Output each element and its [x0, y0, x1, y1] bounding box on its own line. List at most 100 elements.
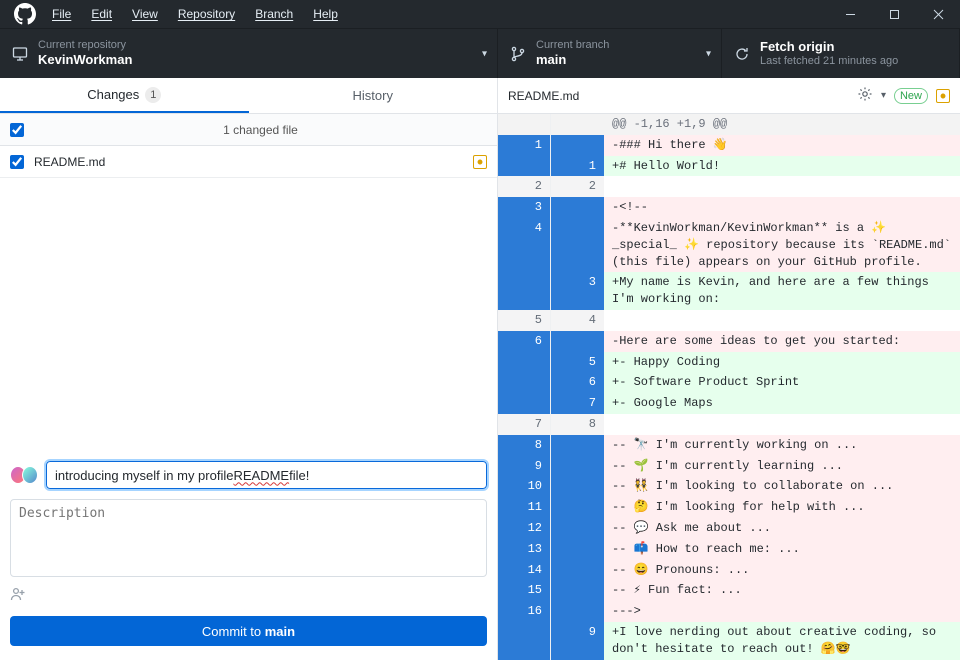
repo-selector[interactable]: Current repository KevinWorkman ▾ — [0, 29, 498, 78]
diff-line[interactable]: 6+- Software Product Sprint — [498, 372, 960, 393]
diff-line[interactable]: 12-- 💬 Ask me about ... — [498, 518, 960, 539]
tab-history[interactable]: History — [249, 78, 498, 113]
diff-line[interactable]: 6-Here are some ideas to get you started… — [498, 331, 960, 352]
gutter-new — [551, 218, 604, 272]
avatar-pair — [10, 465, 38, 485]
branch-title: Current branch — [536, 39, 609, 53]
new-badge: New — [894, 88, 928, 104]
diff-line[interactable]: 16 ---> — [498, 601, 960, 622]
gutter-old: 1 — [498, 135, 551, 156]
gutter-new — [551, 456, 604, 477]
commit-button-prefix: Commit to — [202, 624, 265, 639]
commit-description-input[interactable] — [10, 499, 487, 577]
chevron-down-icon[interactable]: ▾ — [881, 90, 886, 101]
commit-summary-input[interactable]: introducing myself in my profile README … — [46, 461, 487, 489]
gutter-old: 15 — [498, 580, 551, 601]
file-row[interactable]: README.md• — [0, 146, 497, 178]
window-minimize[interactable] — [828, 0, 872, 28]
diff-line[interactable]: 9+I love nerding out about creative codi… — [498, 622, 960, 660]
diff-line[interactable]: 10-- 👯 I'm looking to collaborate on ... — [498, 476, 960, 497]
diff-line[interactable]: @@ -1,16 +1,9 @@ — [498, 114, 960, 135]
select-all-checkbox[interactable] — [10, 123, 24, 137]
add-coauthor-button[interactable] — [10, 586, 487, 606]
gutter-new: 6 — [551, 372, 604, 393]
window-close[interactable] — [916, 0, 960, 28]
diff-line[interactable]: 7+- Google Maps — [498, 393, 960, 414]
gutter-new — [551, 114, 604, 135]
diff-code: @@ -1,16 +1,9 @@ — [604, 114, 960, 135]
branch-name: main — [536, 52, 609, 68]
diff-line[interactable]: 5+- Happy Coding — [498, 352, 960, 373]
diff-code: -- 💬 Ask me about ... — [604, 518, 960, 539]
diff-line[interactable]: 11-- 🤔 I'm looking for help with ... — [498, 497, 960, 518]
diff-line[interactable]: 9-- 🌱 I'm currently learning ... — [498, 456, 960, 477]
gutter-new — [551, 435, 604, 456]
gutter-new — [551, 497, 604, 518]
tabs: Changes 1 History — [0, 78, 497, 114]
diff-code: +- Google Maps — [604, 393, 960, 414]
gutter-new: 8 — [551, 414, 604, 435]
menu-bar: File Edit View Repository Branch Help — [0, 3, 348, 25]
gutter-old: 16 — [498, 601, 551, 622]
branch-selector[interactable]: Current branch main ▾ — [498, 29, 722, 78]
diff-line[interactable]: 22 — [498, 176, 960, 197]
repo-name: KevinWorkman — [38, 52, 132, 68]
diff-line[interactable]: 3 -<!-- — [498, 197, 960, 218]
gutter-old: 8 — [498, 435, 551, 456]
diff-code: -<!-- — [604, 197, 960, 218]
gutter-old: 14 — [498, 560, 551, 581]
diff-line[interactable]: 8-- 🔭 I'm currently working on ... — [498, 435, 960, 456]
diff-line[interactable]: 78 — [498, 414, 960, 435]
gear-icon[interactable] — [857, 86, 873, 105]
diff-code: -- ⚡ Fun fact: ... — [604, 580, 960, 601]
file-list: README.md• — [0, 146, 497, 178]
gutter-new: 2 — [551, 176, 604, 197]
gutter-new: 1 — [551, 156, 604, 177]
menu-view[interactable]: View — [122, 3, 168, 25]
diff-line[interactable]: 13-- 📫 How to reach me: ... — [498, 539, 960, 560]
github-icon — [14, 3, 36, 25]
diff-code: ---> — [604, 601, 960, 622]
git-branch-icon — [510, 46, 526, 62]
menu-repository[interactable]: Repository — [168, 3, 245, 25]
gutter-old: 4 — [498, 218, 551, 272]
diff-line[interactable]: 4-**KevinWorkman/KevinWorkman** is a ✨ _… — [498, 218, 960, 272]
gutter-old: 13 — [498, 539, 551, 560]
file-checkbox[interactable] — [10, 155, 24, 169]
window-maximize[interactable] — [872, 0, 916, 28]
diff-line[interactable]: 54 — [498, 310, 960, 331]
diff-line[interactable]: 15 -- ⚡ Fun fact: ... — [498, 580, 960, 601]
gutter-new — [551, 580, 604, 601]
chevron-down-icon: ▾ — [706, 48, 711, 59]
diff-line[interactable]: 14-- 😄 Pronouns: ... — [498, 560, 960, 581]
diff-line[interactable]: 1-### Hi there 👋 — [498, 135, 960, 156]
gutter-old — [498, 622, 551, 660]
modified-icon: • — [473, 155, 487, 169]
diff-line[interactable]: 3+My name is Kevin, and here are a few t… — [498, 272, 960, 310]
gutter-old: 6 — [498, 331, 551, 352]
menu-file[interactable]: File — [42, 3, 81, 25]
diff-code: -- 🤔 I'm looking for help with ... — [604, 497, 960, 518]
gutter-old: 3 — [498, 197, 551, 218]
desktop-icon — [12, 46, 28, 62]
diff-code: +- Happy Coding — [604, 352, 960, 373]
diff-code — [604, 176, 960, 197]
diff-code — [604, 414, 960, 435]
gutter-new — [551, 135, 604, 156]
gutter-new — [551, 331, 604, 352]
diff-code — [604, 310, 960, 331]
tab-changes[interactable]: Changes 1 — [0, 78, 249, 113]
menu-help[interactable]: Help — [303, 3, 348, 25]
toolbar: Current repository KevinWorkman ▾ Curren… — [0, 28, 960, 78]
diff-line[interactable]: 1+# Hello World! — [498, 156, 960, 177]
gutter-new — [551, 197, 604, 218]
commit-form: introducing myself in my profile README … — [0, 451, 497, 660]
fetch-button[interactable]: Fetch origin Last fetched 21 minutes ago — [722, 29, 960, 78]
gutter-new: 3 — [551, 272, 604, 310]
chevron-down-icon: ▾ — [482, 48, 487, 59]
commit-button[interactable]: Commit to main — [10, 616, 487, 646]
menu-edit[interactable]: Edit — [81, 3, 122, 25]
menu-branch[interactable]: Branch — [245, 3, 303, 25]
diff-view[interactable]: @@ -1,16 +1,9 @@1-### Hi there 👋1+# Hell… — [498, 114, 960, 660]
gutter-new — [551, 560, 604, 581]
